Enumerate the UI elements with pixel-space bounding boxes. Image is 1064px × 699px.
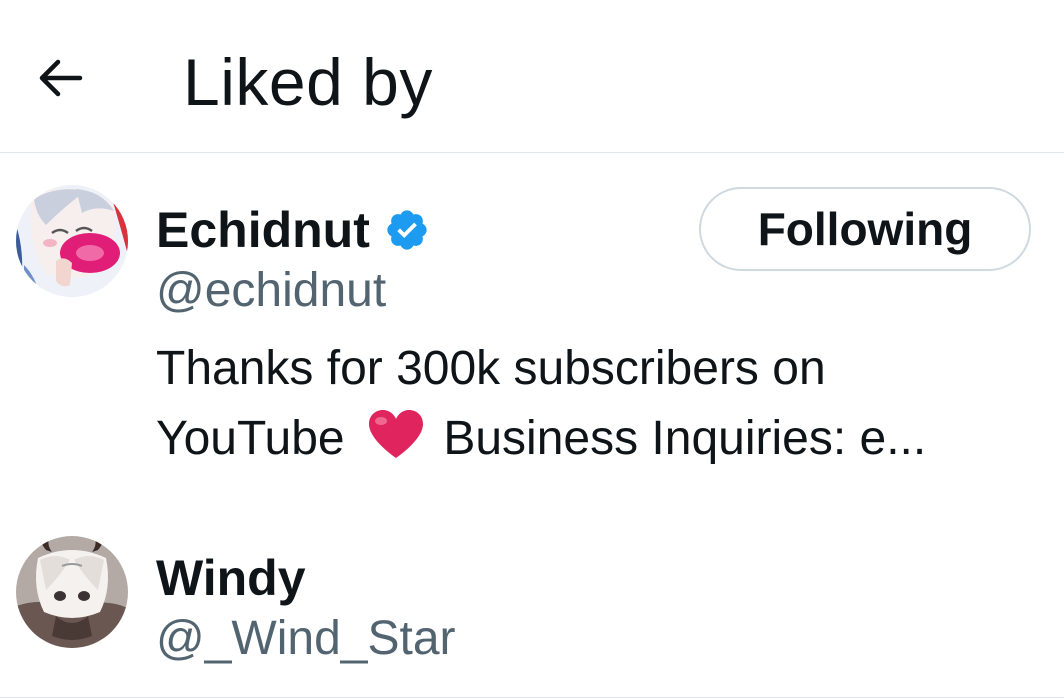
arrow-left-icon bbox=[39, 59, 83, 97]
user-name[interactable]: Echidnut bbox=[156, 200, 430, 260]
avatar[interactable] bbox=[16, 536, 128, 648]
bio-line-2: YouTube Business Inquiries: e... bbox=[156, 404, 1026, 474]
user-bio: Thanks for 300k subscribers on YouTube B… bbox=[156, 334, 1026, 474]
page-title: Liked by bbox=[183, 45, 433, 119]
user-handle[interactable]: @echidnut bbox=[156, 262, 386, 320]
bio-text-business: Business Inquiries: e... bbox=[443, 412, 927, 465]
bio-line-1: Thanks for 300k subscribers on bbox=[156, 342, 826, 395]
user-name-text: Echidnut bbox=[156, 202, 370, 258]
bio-text-youtube: YouTube bbox=[156, 412, 345, 465]
back-button[interactable] bbox=[30, 50, 90, 106]
user-name[interactable]: Windy bbox=[156, 548, 306, 608]
divider bbox=[0, 697, 1064, 698]
following-button[interactable]: Following bbox=[699, 187, 1031, 271]
app-header: Liked by bbox=[0, 0, 1064, 153]
user-name-text: Windy bbox=[156, 550, 306, 606]
avatar[interactable] bbox=[16, 185, 128, 297]
verified-badge-icon bbox=[387, 210, 427, 250]
red-heart-icon bbox=[368, 410, 423, 458]
user-handle[interactable]: @_Wind_Star bbox=[156, 610, 456, 668]
